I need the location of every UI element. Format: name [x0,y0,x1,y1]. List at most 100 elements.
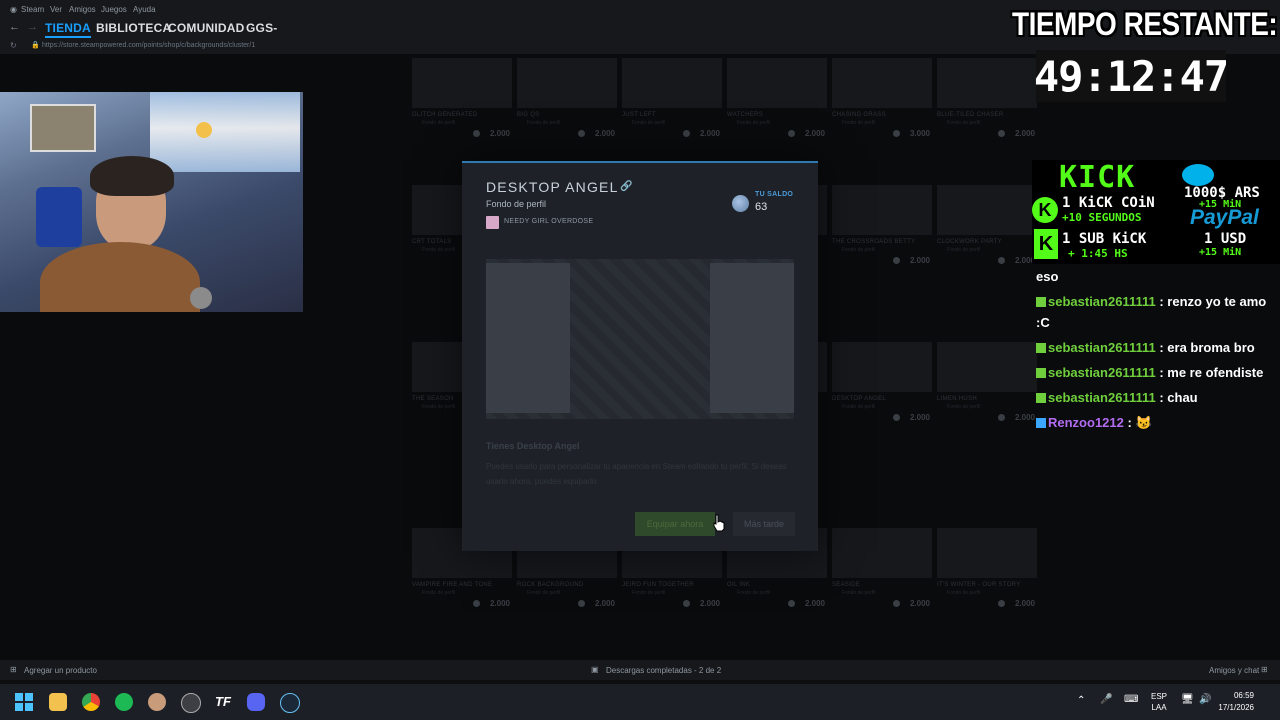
tf-app-icon[interactable]: TF [214,693,232,711]
shop-item-card[interactable]: DESKTOP ANGEL Fondo de perfil 2.000 [830,342,934,422]
shop-item-price: 2.000 [489,599,510,608]
mercadopago-icon [1182,164,1214,186]
back-arrow-icon[interactable]: ← [9,21,20,33]
later-button[interactable]: Más tarde [733,512,795,536]
chat-separator: : [1155,365,1168,380]
shop-item-price: 2.000 [1014,599,1035,608]
shop-item-card[interactable]: THE CROSSROADS BETTY Fondo de perfil 2.000 [830,185,934,265]
shop-item-price: 2.000 [594,599,615,608]
tab-comunidad[interactable]: COMUNIDAD [168,21,244,35]
kick-sub-icon: K [1034,229,1058,259]
shop-item-title: DESKTOP ANGEL [832,396,887,402]
shop-item-thumbnail [622,58,722,108]
game-name[interactable]: NEEDY GIRL OVERDOSE [504,218,593,225]
shop-item-card[interactable]: BLUE-TILED CHASER Fondo de perfil 2.000 [935,58,1039,138]
shop-item-card[interactable]: SEASIDE Fondo de perfil 2.000 [830,528,934,608]
steam-taskbar-icon[interactable] [280,693,300,713]
points-coin-icon [578,600,585,607]
menu-ayuda[interactable]: Ayuda [133,5,156,14]
forward-arrow-icon[interactable]: → [27,21,38,33]
shop-item-card[interactable]: JUST LEFT Fondo de perfil 2.000 [620,58,724,138]
hand-cursor-icon [713,514,725,532]
chevron-up-icon[interactable]: ⌃ [1077,695,1085,706]
shop-item-card[interactable]: WATCHERS Fondo de perfil 2.000 [725,58,829,138]
friends-chat-icon[interactable]: ⊞ [1261,665,1268,674]
system-clock[interactable]: 06:59 17/1/2026 [1218,690,1254,714]
shop-item-thumbnail [517,58,617,108]
chat-text: me re ofendiste [1167,365,1264,380]
shop-item-title: GLITCH GENERATED [412,112,478,118]
steam-logo-icon[interactable]: ◉ [10,5,17,14]
chrome-icon[interactable] [82,693,100,711]
windows-taskbar: TF ⌃ 🎤 ⌨ ESP LAA 🖥 🔊 06:59 17/1/2026 [0,684,1280,720]
menu-juegos[interactable]: Juegos [101,5,127,14]
chat-username[interactable]: sebastian2611111 [1048,294,1156,309]
menu-ver[interactable]: Ver [50,5,62,14]
chat-text: 😼 [1135,415,1152,430]
menu-steam[interactable]: Steam [21,5,44,14]
streamer-shirt [40,242,200,312]
network-icon[interactable]: 🖥 [1181,694,1194,705]
jersey-image [36,187,82,247]
chat-separator: : [1155,340,1168,355]
keyboard-icon[interactable]: ⌨ [1124,694,1138,705]
points-coin-icon [998,130,1005,137]
windows-start-icon[interactable] [15,693,33,711]
shop-item-price: 2.000 [804,129,825,138]
shop-item-title: THE CROSSROADS BETTY [832,239,916,245]
shop-item-title: JEIRO FUN TOGETHER [622,582,694,588]
discord-icon[interactable] [247,693,265,711]
stream-chat: eso sebastian2611111 : renzo yo te amo :C… [1036,266,1276,437]
file-explorer-icon[interactable] [49,693,67,711]
shop-item-thumbnail [727,58,827,108]
shop-item-card[interactable]: GLITCH GENERATED Fondo de perfil 2.000 [410,58,514,138]
shop-item-card[interactable]: BIG QS Fondo de perfil 2.000 [515,58,619,138]
tab-profile[interactable]: GGS- [246,21,277,35]
chat-username[interactable]: sebastian2611111 [1048,390,1156,405]
chat-username[interactable]: Renzoo1212 [1048,415,1124,430]
kick-sub-reward: + 1:45 HS [1068,247,1128,260]
shop-item-card[interactable]: CLOCKWORK PARTY Fondo de perfil 2.000 [935,185,1039,265]
url-text[interactable]: https://store.steampowered.com/points/sh… [42,42,255,49]
app-avatar-icon[interactable] [148,693,166,711]
shop-item-title: BLUE-TILED CHASER [937,112,1004,118]
equip-now-button[interactable]: Equipar ahora [635,512,715,536]
shop-item-price: 2.000 [594,129,615,138]
add-product-icon[interactable]: ⊞ [10,665,17,674]
shop-item-card[interactable]: CHASING GRASS Fondo de perfil 3.000 [830,58,934,138]
friends-chat-link[interactable]: Amigos y chat [1209,666,1259,675]
points-coin-icon [893,414,900,421]
link-icon[interactable]: 🔗 [620,181,632,192]
shop-item-price: 3.000 [909,129,930,138]
microphone-tray-icon[interactable]: 🎤 [1100,694,1112,705]
shop-item-type: Fondo de perfil [842,404,876,410]
shop-item-type: Fondo de perfil [947,590,981,596]
shop-item-type: Fondo de perfil [527,120,561,126]
downloads-icon[interactable]: ▣ [591,665,599,674]
tab-biblioteca[interactable]: BIBLIOTECA [96,21,171,35]
chat-username[interactable]: sebastian2611111 [1048,340,1156,355]
shop-item-type: Fondo de perfil [422,247,456,253]
shop-item-card[interactable]: IT'S WINTER - OUR STORY Fondo de perfil 2.… [935,528,1039,608]
chat-message: sebastian2611111 : chau [1036,387,1276,408]
tab-tienda[interactable]: TIENDA [45,21,91,38]
shop-item-type: Fondo de perfil [842,590,876,596]
shop-item-type: Fondo de perfil [947,247,981,253]
volume-icon[interactable]: 🔊 [1199,694,1211,705]
shop-item-price: 2.000 [699,599,720,608]
spotify-icon[interactable] [115,693,133,711]
points-coin-icon [683,130,690,137]
chat-username[interactable]: sebastian2611111 [1048,365,1156,380]
modal-title: DESKTOP ANGEL [486,179,619,195]
downloads-status[interactable]: Descargas completadas - 2 de 2 [606,666,721,675]
obs-icon[interactable] [181,693,201,713]
shop-item-card[interactable]: LIMEN HUSH Fondo de perfil 2.000 [935,342,1039,422]
language-indicator[interactable]: ESP LAA [1151,691,1167,713]
points-coin-icon [998,600,1005,607]
shop-item-type: Fondo de perfil [737,590,771,596]
add-product-link[interactable]: Agregar un producto [24,666,97,675]
points-coin-icon [473,600,480,607]
reload-icon[interactable]: ↻ [10,41,17,50]
shop-item-title: CHASING GRASS [832,112,886,118]
menu-amigos[interactable]: Amigos [69,5,96,14]
